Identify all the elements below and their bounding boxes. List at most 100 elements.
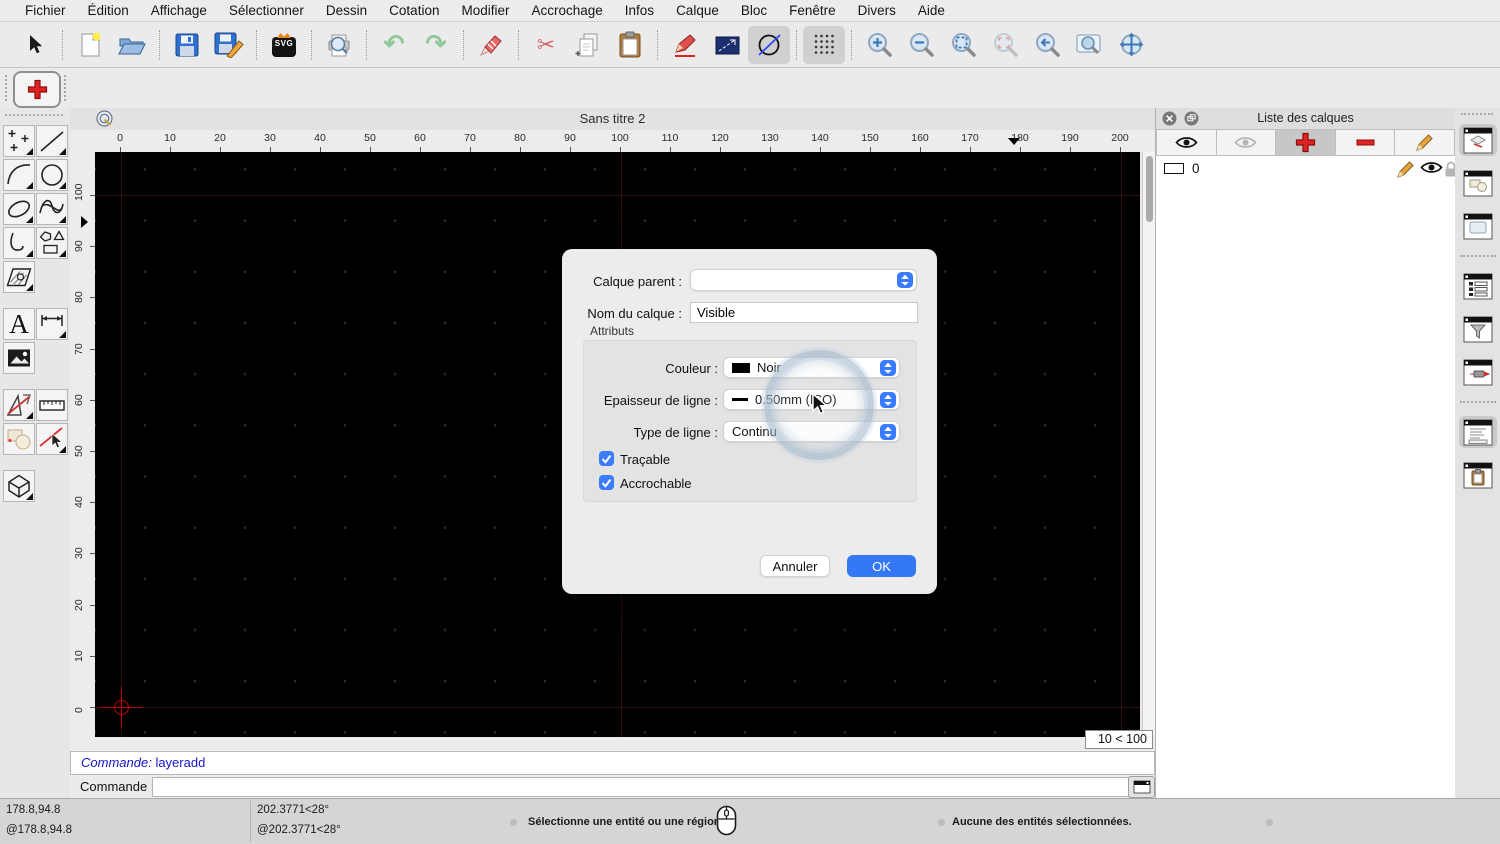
copy-button[interactable]	[567, 26, 609, 64]
layer-panel-title-bar: Liste des calques	[1156, 108, 1455, 130]
layer-color-swatch[interactable]	[1164, 163, 1184, 174]
grid-toggle-button[interactable]	[803, 25, 845, 64]
tool-polyline[interactable]	[3, 227, 35, 259]
new-document-button[interactable]	[69, 26, 111, 64]
ok-button[interactable]: OK	[847, 555, 916, 577]
status-dot	[510, 819, 517, 826]
parent-layer-label: Calque parent :	[593, 274, 682, 289]
toolbar-handle	[5, 75, 7, 101]
show-all-layers-button[interactable]	[1156, 129, 1217, 156]
toolbar-separator	[796, 29, 797, 60]
ruler-label: 110	[661, 132, 679, 144]
tool-solid[interactable]	[3, 470, 35, 502]
tool-modify[interactable]	[3, 389, 35, 421]
layer-panel-title: Liste des calques	[1257, 111, 1354, 125]
layer-panel-toolbar	[1156, 129, 1455, 156]
command-panel-toggle-button[interactable]	[1458, 416, 1497, 448]
horizontal-scrollbar-area[interactable]	[70, 737, 1155, 751]
edit-layer-button[interactable]	[1395, 129, 1455, 156]
layer-row[interactable]: 0	[1156, 158, 1457, 180]
clipboard-panel-toggle-button[interactable]	[1459, 459, 1497, 491]
zoom-previous-button[interactable]	[1026, 26, 1068, 64]
delete-eraser-button[interactable]	[470, 26, 512, 64]
library-panel-toggle-button[interactable]	[1459, 210, 1497, 242]
filter-panel-toggle-button[interactable]	[1459, 313, 1497, 345]
menu-calque[interactable]: Calque	[665, 3, 730, 18]
tool-points[interactable]	[3, 125, 35, 157]
save-as-button[interactable]	[208, 26, 250, 64]
vertical-scrollbar[interactable]	[1142, 152, 1155, 737]
export-svg-button[interactable]: SVG	[263, 26, 305, 64]
command-input[interactable]	[152, 777, 1130, 797]
dock-strip	[1455, 108, 1500, 798]
menu-cotation[interactable]: Cotation	[378, 3, 450, 18]
tool-measure[interactable]	[36, 389, 68, 421]
menu-infos[interactable]: Infos	[614, 3, 665, 18]
layer-name-input[interactable]	[690, 302, 918, 323]
redo-button[interactable]: ↷	[415, 26, 457, 64]
scrollbar-thumb[interactable]	[1146, 156, 1153, 222]
menu-selectionner[interactable]: Sélectionner	[218, 3, 315, 18]
layer-list-panel: Liste des calques 0	[1155, 108, 1457, 798]
ruler-label: 200	[1111, 132, 1129, 144]
tool-ellipse[interactable]	[3, 193, 35, 225]
parent-layer-combo[interactable]	[690, 269, 917, 291]
cancel-button[interactable]: Annuler	[760, 555, 830, 577]
zoom-out-button[interactable]	[900, 26, 942, 64]
tool-select[interactable]	[36, 423, 68, 455]
zoom-auto-button[interactable]	[942, 26, 984, 64]
list-panel-toggle-button[interactable]	[1459, 270, 1497, 302]
draft-mode-button[interactable]	[748, 25, 790, 64]
checkbox-tracable[interactable]	[599, 451, 614, 466]
layer-visibility-icon[interactable]	[1420, 160, 1443, 180]
tool-text[interactable]: A	[3, 308, 35, 340]
command-window-toggle-button[interactable]	[1128, 776, 1155, 798]
stepper-icon	[897, 272, 913, 288]
menu-affichage[interactable]: Affichage	[140, 3, 218, 18]
origin-marker-icon	[114, 700, 129, 715]
status-bar: 178.8,94.8 @178.8,94.8 202.3771<28° @202…	[0, 798, 1500, 844]
pen-edit-button[interactable]	[664, 26, 706, 64]
menu-dessin[interactable]: Dessin	[315, 3, 378, 18]
print-preview-button[interactable]	[318, 26, 360, 64]
paste-button[interactable]	[609, 26, 651, 64]
menu-divers[interactable]: Divers	[847, 3, 907, 18]
zoom-pan-button[interactable]	[1110, 26, 1152, 64]
tool-arc[interactable]	[3, 159, 35, 191]
menu-fichier[interactable]: Fichier	[14, 3, 77, 18]
pen-panel-toggle-button[interactable]	[1459, 356, 1497, 388]
tool-hatch[interactable]	[3, 261, 35, 293]
menu-modifier[interactable]: Modifier	[450, 3, 520, 18]
tool-circle[interactable]	[36, 159, 68, 191]
tool-order[interactable]	[3, 423, 35, 455]
menu-edition[interactable]: Édition	[77, 3, 140, 18]
checkbox-accrochable[interactable]	[599, 475, 614, 490]
layers-panel-toggle-button[interactable]	[1458, 124, 1497, 156]
tool-spline[interactable]	[36, 193, 68, 225]
open-document-button[interactable]	[111, 26, 153, 64]
stepper-icon	[880, 391, 896, 408]
menu-aide[interactable]: Aide	[907, 3, 956, 18]
tool-image[interactable]	[3, 342, 35, 374]
zoom-in-button[interactable]	[858, 26, 900, 64]
command-history: Commande: layeradd	[70, 751, 1155, 775]
tool-line[interactable]	[36, 125, 68, 157]
line-attributes-button[interactable]	[706, 26, 748, 64]
menu-fenetre[interactable]: Fenêtre	[778, 3, 847, 18]
menu-accrochage[interactable]: Accrochage	[520, 3, 613, 18]
zoom-window-button[interactable]	[1068, 26, 1110, 64]
cut-button[interactable]: ✂	[525, 26, 567, 64]
edit-layer-icon[interactable]	[1396, 160, 1415, 184]
undo-button[interactable]: ↶	[373, 26, 415, 64]
tool-dimension[interactable]	[36, 308, 68, 340]
add-layer-button[interactable]	[1276, 129, 1336, 156]
hide-all-layers-button[interactable]	[1216, 129, 1277, 156]
save-button[interactable]	[166, 26, 208, 64]
remove-layer-button[interactable]	[1335, 129, 1396, 156]
tool-polygon[interactable]	[36, 227, 68, 259]
select-arrow-button[interactable]	[14, 26, 56, 64]
menu-bloc[interactable]: Bloc	[730, 3, 778, 18]
add-layer-action-button[interactable]	[13, 71, 61, 108]
ruler-label: 80	[514, 132, 526, 144]
blocks-panel-toggle-button[interactable]	[1459, 167, 1497, 199]
